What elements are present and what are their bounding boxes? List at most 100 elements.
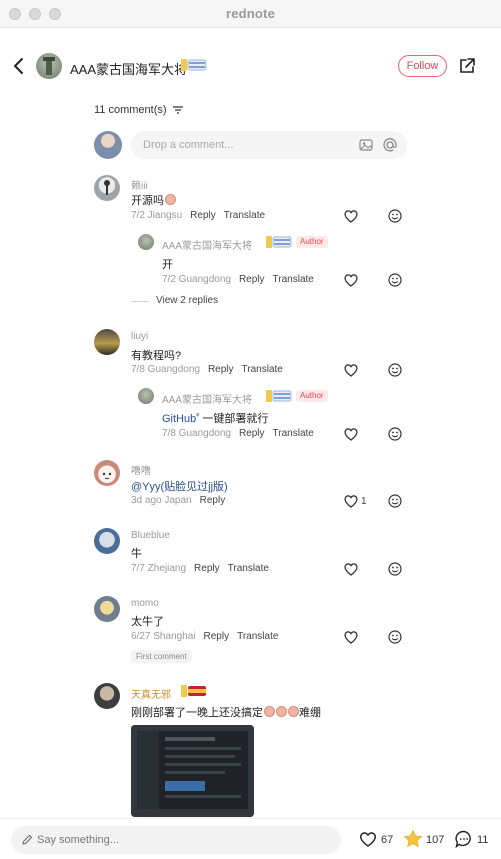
emoji-icon: [165, 194, 176, 205]
first-comment-tag: First comment: [131, 650, 192, 663]
commenter-avatar[interactable]: [94, 175, 120, 201]
author-name[interactable]: AAA蒙古国海军大将: [70, 59, 187, 78]
image-icon[interactable]: [358, 137, 374, 153]
reply-avatar[interactable]: [138, 388, 154, 404]
comment-username[interactable]: momo: [131, 598, 159, 609]
reply-username[interactable]: AAA蒙古国海军大将: [162, 237, 252, 252]
translate-button[interactable]: Translate: [237, 631, 278, 642]
reply-button[interactable]: Reply: [239, 274, 265, 285]
comment-input[interactable]: Drop a comment...: [131, 131, 407, 159]
emoji-icon: [276, 706, 287, 717]
comment-text: 有教程吗?: [131, 350, 182, 362]
reply-button[interactable]: Reply: [208, 364, 234, 375]
comment-input-placeholder: Drop a comment...: [143, 139, 234, 151]
screenshot-thumbnail: [131, 725, 254, 817]
comment-username[interactable]: 噜噜: [131, 462, 151, 477]
comment-meta: 3d ago Japan Reply: [131, 495, 225, 506]
emoji-icon: [288, 706, 299, 717]
author-avatar[interactable]: [36, 53, 62, 79]
commenter-avatar[interactable]: [94, 460, 120, 486]
comment-meta: 6/27 Shanghai Reply Translate: [131, 631, 278, 642]
at-icon[interactable]: [382, 137, 398, 153]
star-icon[interactable]: [403, 829, 423, 849]
share-icon[interactable]: [458, 57, 476, 75]
comment-username[interactable]: liuyi: [131, 331, 148, 342]
reply-username[interactable]: AAA蒙古国海军大将: [162, 391, 252, 406]
reply-avatar[interactable]: [138, 234, 154, 250]
smile-icon[interactable]: [387, 629, 403, 645]
likes-count: 67: [381, 834, 394, 846]
heart-icon[interactable]: [343, 272, 359, 288]
comment-text-content: 开源吗: [131, 195, 164, 207]
view-replies-button[interactable]: View 2 replies: [156, 295, 218, 306]
comment-date-location: 7/8 Guangdong: [131, 364, 200, 375]
github-link[interactable]: GitHub: [162, 413, 196, 425]
comment-username[interactable]: 天真无邪: [131, 686, 171, 701]
translate-button[interactable]: Translate: [242, 364, 283, 375]
reply-button[interactable]: Reply: [190, 210, 216, 221]
commenter-avatar[interactable]: [94, 329, 120, 355]
author-tag: Author: [296, 236, 328, 248]
comment-username[interactable]: Blueblue: [131, 530, 170, 541]
smile-icon[interactable]: [387, 208, 403, 224]
reply-text: 开: [162, 259, 173, 271]
comments-count: 11 comment(s): [94, 104, 183, 116]
comment-bubble-icon[interactable]: [454, 829, 474, 849]
smile-icon[interactable]: [387, 561, 403, 577]
heart-icon[interactable]: [358, 829, 378, 849]
bottom-bar: Say something... 67 107 11: [0, 818, 501, 859]
heart-icon[interactable]: [343, 493, 359, 509]
comments-total: 11: [477, 834, 489, 846]
smile-icon[interactable]: [387, 362, 403, 378]
translate-button[interactable]: Translate: [228, 563, 269, 574]
comment-date-location: 7/7 Zhejiang: [131, 563, 187, 574]
say-something-placeholder: Say something...: [37, 834, 119, 846]
translate-button[interactable]: Translate: [224, 210, 265, 221]
smile-icon[interactable]: [387, 272, 403, 288]
divider: [131, 301, 149, 302]
comment-text: 太牛了: [131, 616, 164, 628]
comment-date-location: 3d ago Japan: [131, 495, 192, 506]
window-titlebar: rednote: [0, 0, 501, 28]
comment-text-tail: 难绷: [299, 707, 321, 719]
comment-date-location: 7/2 Jiangsu: [131, 210, 183, 221]
stars-count: 107: [426, 834, 445, 846]
reply-text-content: 一键部署就行: [199, 413, 269, 425]
reply-button[interactable]: Reply: [239, 428, 265, 439]
comment-text: @Yyy(贴脸见过jj版): [131, 481, 228, 493]
chevron-left-icon[interactable]: [10, 56, 28, 76]
reply-button[interactable]: Reply: [200, 495, 226, 506]
reply-button[interactable]: Reply: [194, 563, 220, 574]
smile-icon[interactable]: [387, 493, 403, 509]
comment-meta: 7/2 Jiangsu Reply Translate: [131, 210, 265, 221]
comments-count-label: 11 comment(s): [94, 104, 167, 116]
reply-button[interactable]: Reply: [204, 631, 230, 642]
sort-icon[interactable]: [172, 106, 183, 114]
commenter-avatar[interactable]: [94, 596, 120, 622]
commenter-avatar[interactable]: [94, 528, 120, 554]
reply-meta: 7/8 Guangdong Reply Translate: [162, 428, 314, 439]
reply-date-location: 7/8 Guangdong: [162, 428, 231, 439]
smile-icon[interactable]: [387, 426, 403, 442]
post-header: AAA蒙古国海军大将 Follow: [0, 44, 501, 88]
heart-icon[interactable]: [343, 561, 359, 577]
comment-text: 开源吗: [131, 192, 176, 208]
comment-meta: 7/8 Guangdong Reply Translate: [131, 364, 283, 375]
say-something-input[interactable]: Say something...: [11, 826, 341, 854]
comment-username[interactable]: 赖iii: [131, 177, 148, 192]
my-avatar: [94, 131, 122, 159]
flag-badge-icon: [266, 390, 292, 402]
like-count: 1: [361, 496, 367, 507]
flag-badge-icon: [266, 236, 292, 248]
heart-icon[interactable]: [343, 362, 359, 378]
follow-button[interactable]: Follow: [398, 55, 447, 77]
flag-badge-icon: [181, 59, 207, 71]
heart-icon[interactable]: [343, 629, 359, 645]
translate-button[interactable]: Translate: [273, 428, 314, 439]
comment-image[interactable]: [131, 725, 254, 817]
heart-icon[interactable]: [343, 208, 359, 224]
heart-icon[interactable]: [343, 426, 359, 442]
commenter-avatar[interactable]: [94, 683, 120, 709]
translate-button[interactable]: Translate: [273, 274, 314, 285]
comment-meta: 7/7 Zhejiang Reply Translate: [131, 563, 269, 574]
